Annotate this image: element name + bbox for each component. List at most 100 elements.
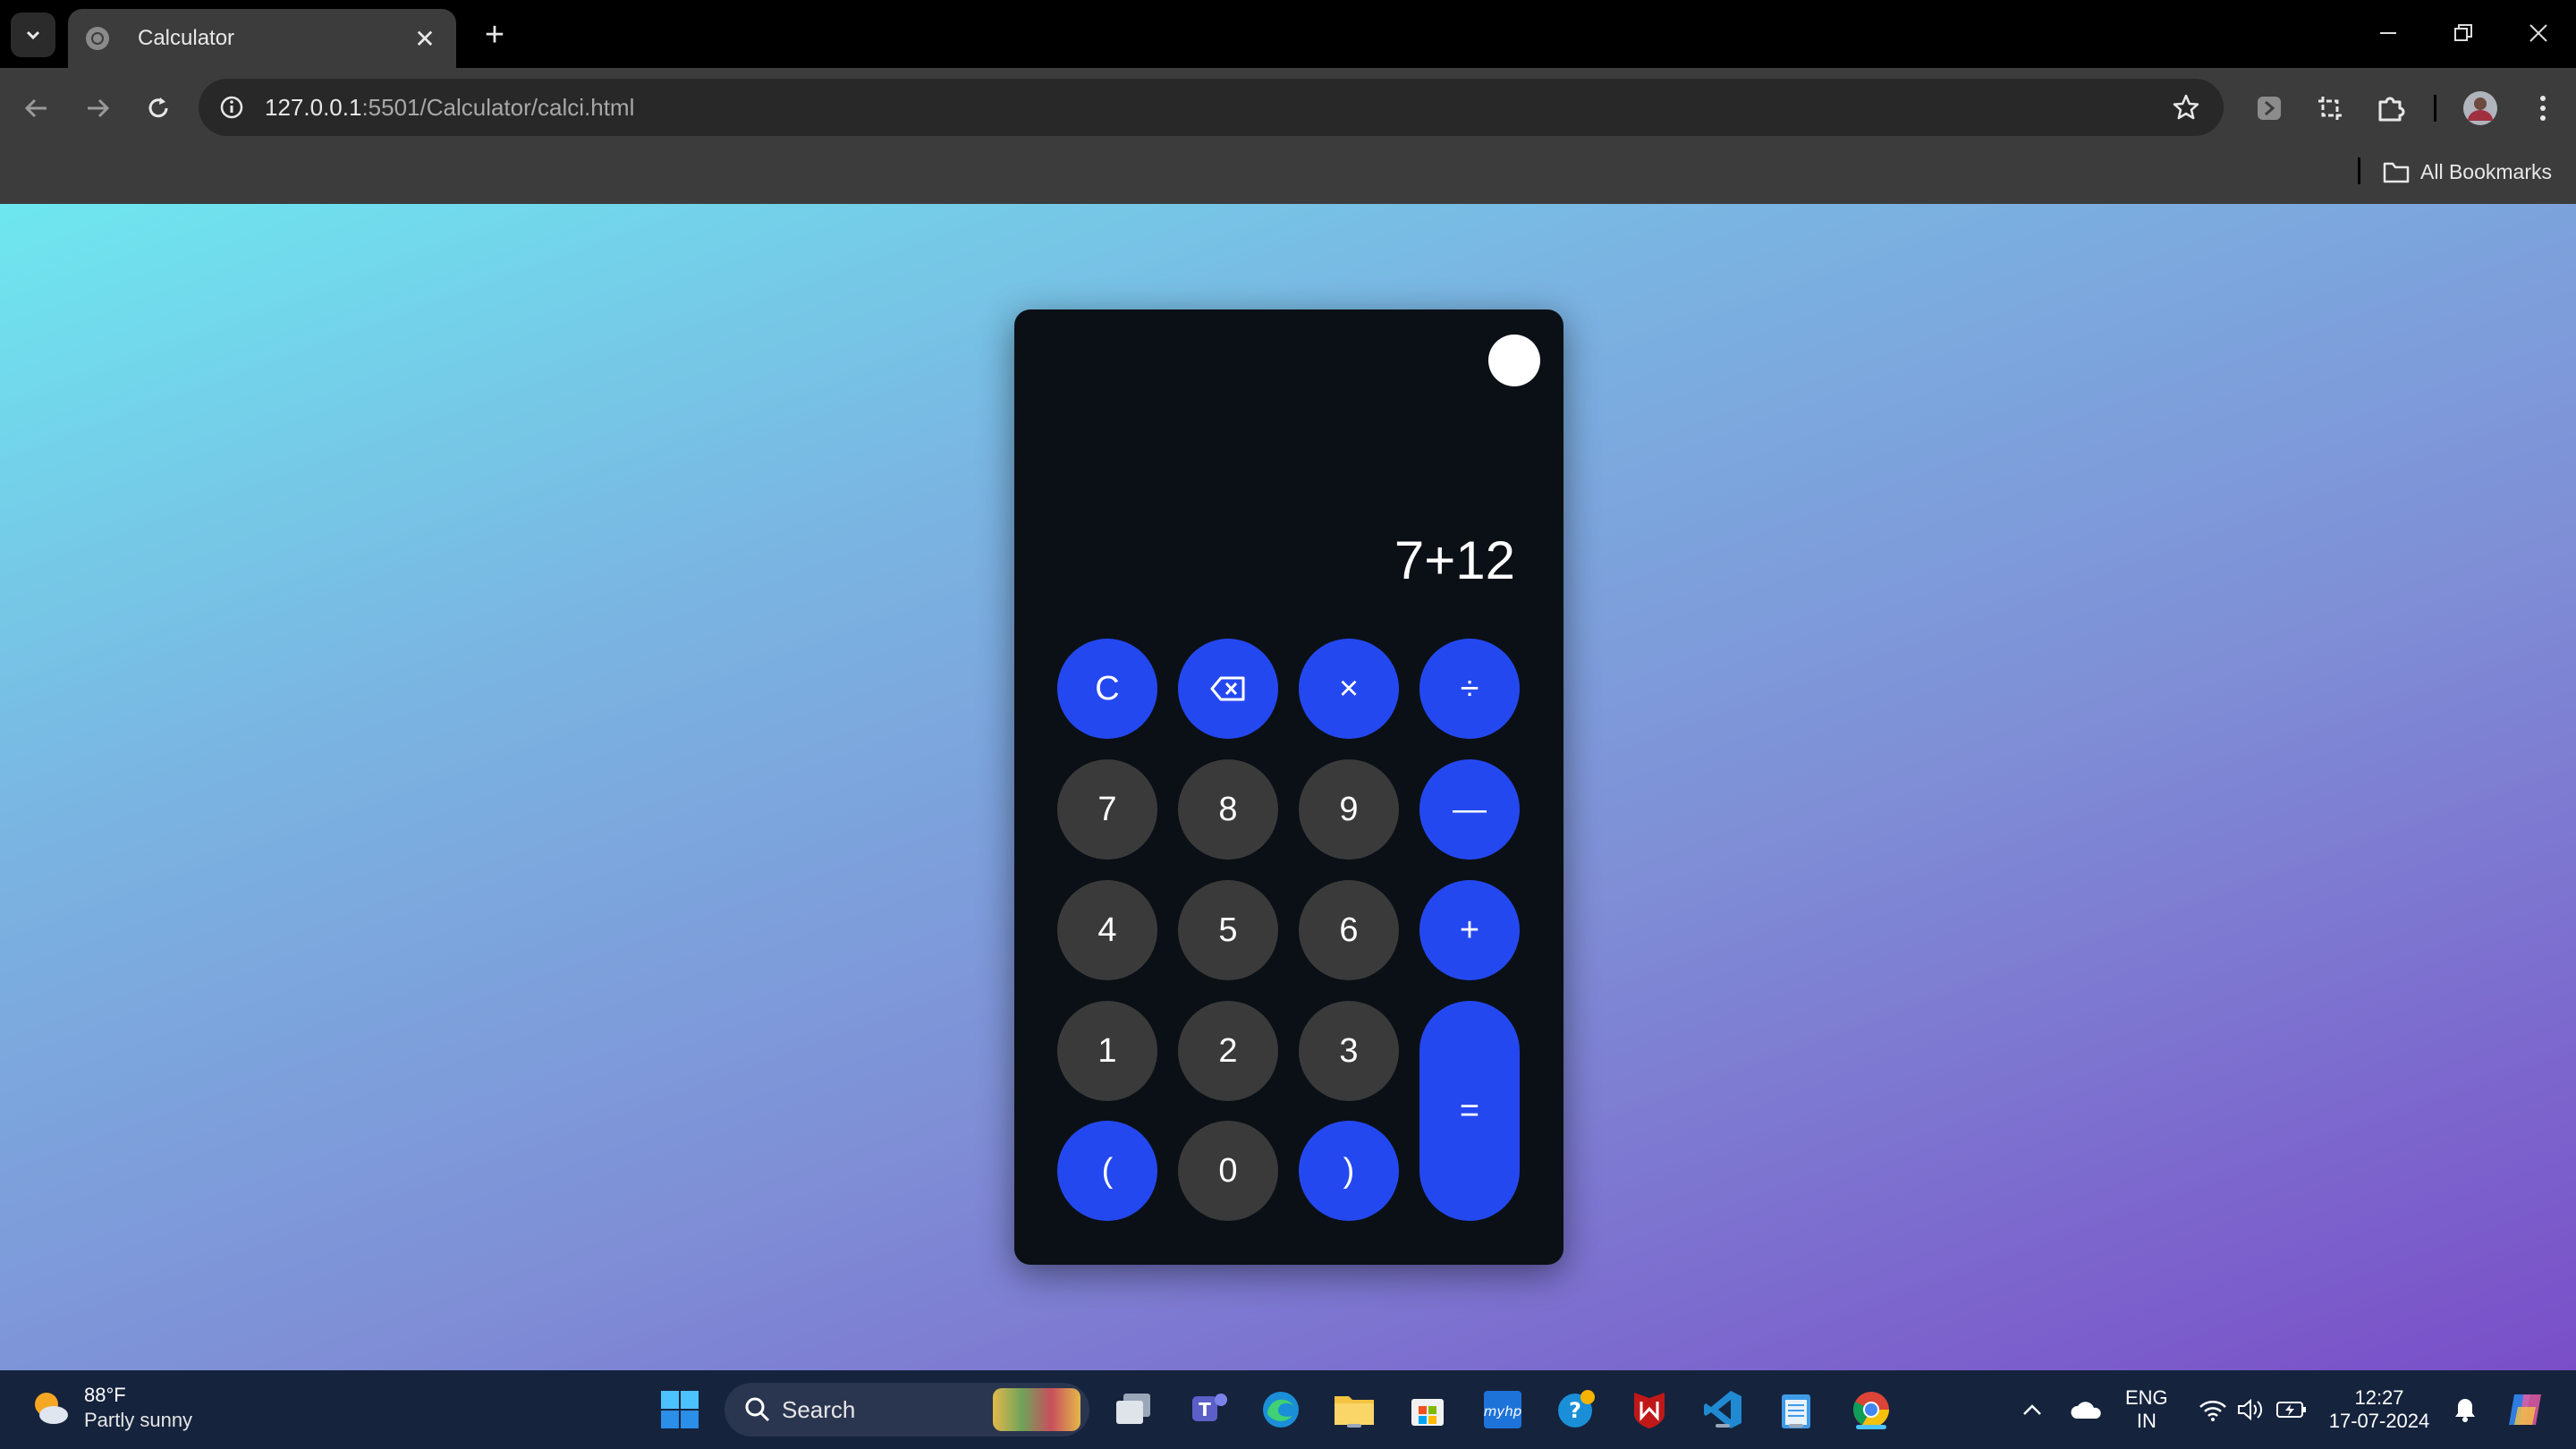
get-help-button[interactable]: ?	[1553, 1386, 1599, 1433]
digit-2-button[interactable]: 2	[1178, 1001, 1278, 1101]
language-code: ENG	[2125, 1386, 2168, 1409]
chrome-button[interactable]	[1848, 1386, 1894, 1433]
bookmarks-divider	[2358, 157, 2360, 184]
taskbar-search[interactable]: Search	[724, 1383, 1089, 1436]
digit-0-button[interactable]: 0	[1178, 1121, 1278, 1221]
weather-widget[interactable]: 88°F Partly sunny	[29, 1383, 192, 1433]
screenshot-button[interactable]	[2309, 88, 2351, 129]
digit-9-button[interactable]: 9	[1299, 759, 1399, 860]
start-button[interactable]	[657, 1386, 703, 1433]
browser-menu-button[interactable]	[2522, 88, 2563, 129]
url-text: 127.0.0.1:5501/Calculator/calci.html	[265, 94, 634, 122]
partly-sunny-icon	[35, 1393, 68, 1424]
svg-text:T: T	[1199, 1399, 1211, 1420]
backspace-icon	[1210, 676, 1245, 701]
browser-toolbar: 127.0.0.1:5501/Calculator/calci.html	[0, 68, 2576, 147]
avatar-icon	[2463, 91, 2497, 125]
bookmarks-bar: All Bookmarks	[0, 147, 2576, 204]
theme-toggle[interactable]	[1488, 335, 1540, 386]
search-highlight-image	[993, 1388, 1080, 1431]
digit-1-button[interactable]: 1	[1057, 1001, 1157, 1101]
mcafee-shield-icon	[1634, 1393, 1665, 1428]
arrow-left-icon	[24, 98, 47, 118]
taskbar: 88°F Partly sunny Search T myhp ? ENG IN…	[0, 1370, 2576, 1449]
notepad-button[interactable]	[1773, 1386, 1819, 1433]
onedrive-button[interactable]	[2063, 1386, 2109, 1433]
new-tab-button[interactable]: +	[474, 16, 515, 57]
digit-7-button[interactable]: 7	[1057, 759, 1157, 860]
equals-button[interactable]: =	[1419, 1001, 1520, 1221]
url-path: :5501/Calculator/calci.html	[361, 93, 635, 121]
digit-5-button[interactable]: 5	[1178, 880, 1278, 980]
reload-button[interactable]	[136, 86, 181, 131]
active-indicator	[1856, 1425, 1886, 1429]
arrow-right-icon	[88, 98, 110, 118]
microsoft-store-button[interactable]	[1404, 1386, 1451, 1433]
edge-button[interactable]	[1258, 1386, 1304, 1433]
clock[interactable]: 12:27 17-07-2024	[2324, 1386, 2435, 1433]
digit-8-button[interactable]: 8	[1178, 759, 1278, 860]
digit-6-button[interactable]: 6	[1299, 880, 1399, 980]
folder-icon	[2383, 162, 2410, 183]
clear-button[interactable]: C	[1057, 639, 1157, 739]
digit-4-button[interactable]: 4	[1057, 880, 1157, 980]
all-bookmarks-button[interactable]: All Bookmarks	[2383, 156, 2552, 188]
toolbar-divider	[2434, 95, 2436, 122]
search-label: Search	[782, 1395, 856, 1423]
volume-button[interactable]	[2227, 1386, 2274, 1433]
restore-button[interactable]	[2436, 13, 2490, 54]
show-hidden-icons-button[interactable]	[2009, 1386, 2055, 1433]
url-host: 127.0.0.1	[265, 93, 362, 121]
extensions-menu-button[interactable]	[2370, 88, 2411, 129]
tab-strip: Calculator ✕ +	[0, 0, 2576, 68]
close-window-button[interactable]	[2512, 13, 2565, 54]
language-indicator[interactable]: ENG IN	[2125, 1386, 2168, 1433]
clock-date: 17-07-2024	[2328, 1410, 2430, 1432]
region-code: IN	[2136, 1410, 2157, 1432]
globe-icon	[86, 27, 109, 50]
minus-button[interactable]: —	[1419, 759, 1520, 860]
browser-tab[interactable]: Calculator ✕	[68, 9, 456, 68]
file-explorer-button[interactable]	[1331, 1386, 1377, 1433]
copilot-icon	[2509, 1394, 2541, 1425]
extension-badge-icon	[2258, 97, 2281, 120]
extension-button[interactable]	[2249, 88, 2290, 129]
store-icon	[1411, 1399, 1444, 1426]
battery-button[interactable]	[2268, 1386, 2315, 1433]
crop-icon	[2318, 97, 2342, 120]
mcafee-button[interactable]	[1626, 1386, 1673, 1433]
plus-button[interactable]: +	[1419, 880, 1520, 980]
back-button[interactable]	[14, 86, 59, 131]
tab-close-button[interactable]: ✕	[411, 24, 438, 54]
page-background: 7+12 C × ÷ 7 8 9 — 4 5 6 + 1 2 3 = ( 0 )	[0, 204, 2576, 1370]
chevron-down-icon	[26, 30, 40, 40]
edge-icon	[1263, 1392, 1299, 1428]
site-info-icon[interactable]	[218, 94, 245, 121]
calculator-panel: 7+12 C × ÷ 7 8 9 — 4 5 6 + 1 2 3 = ( 0 )	[1014, 309, 1563, 1265]
profile-avatar[interactable]	[2460, 88, 2501, 129]
battery-charging-icon	[2276, 1402, 2306, 1418]
minimize-button[interactable]	[2361, 13, 2415, 54]
myhp-button[interactable]: myhp	[1479, 1386, 1526, 1433]
digit-3-button[interactable]: 3	[1299, 1001, 1399, 1101]
bookmark-star-icon[interactable]	[2172, 93, 2200, 122]
open-paren-button[interactable]: (	[1057, 1121, 1157, 1221]
running-indicator	[1716, 1424, 1730, 1428]
tab-search-button[interactable]	[11, 13, 55, 57]
multiply-button[interactable]: ×	[1299, 639, 1399, 739]
close-paren-button[interactable]: )	[1299, 1121, 1399, 1221]
divide-button[interactable]: ÷	[1419, 639, 1520, 739]
task-view-icon	[1116, 1394, 1150, 1424]
puzzle-icon	[2378, 97, 2405, 122]
teams-button[interactable]: T	[1186, 1386, 1233, 1433]
task-view-button[interactable]	[1111, 1386, 1157, 1433]
svg-text:myhp: myhp	[1484, 1403, 1522, 1419]
copilot-button[interactable]	[2503, 1386, 2549, 1433]
speaker-icon	[2238, 1398, 2263, 1421]
address-bar[interactable]: 127.0.0.1:5501/Calculator/calci.html	[199, 79, 2224, 136]
vscode-button[interactable]	[1699, 1386, 1746, 1433]
forward-button[interactable]	[75, 86, 120, 131]
backspace-button[interactable]	[1178, 639, 1278, 739]
help-icon: ?	[1558, 1390, 1595, 1428]
notifications-button[interactable]	[2442, 1386, 2488, 1433]
